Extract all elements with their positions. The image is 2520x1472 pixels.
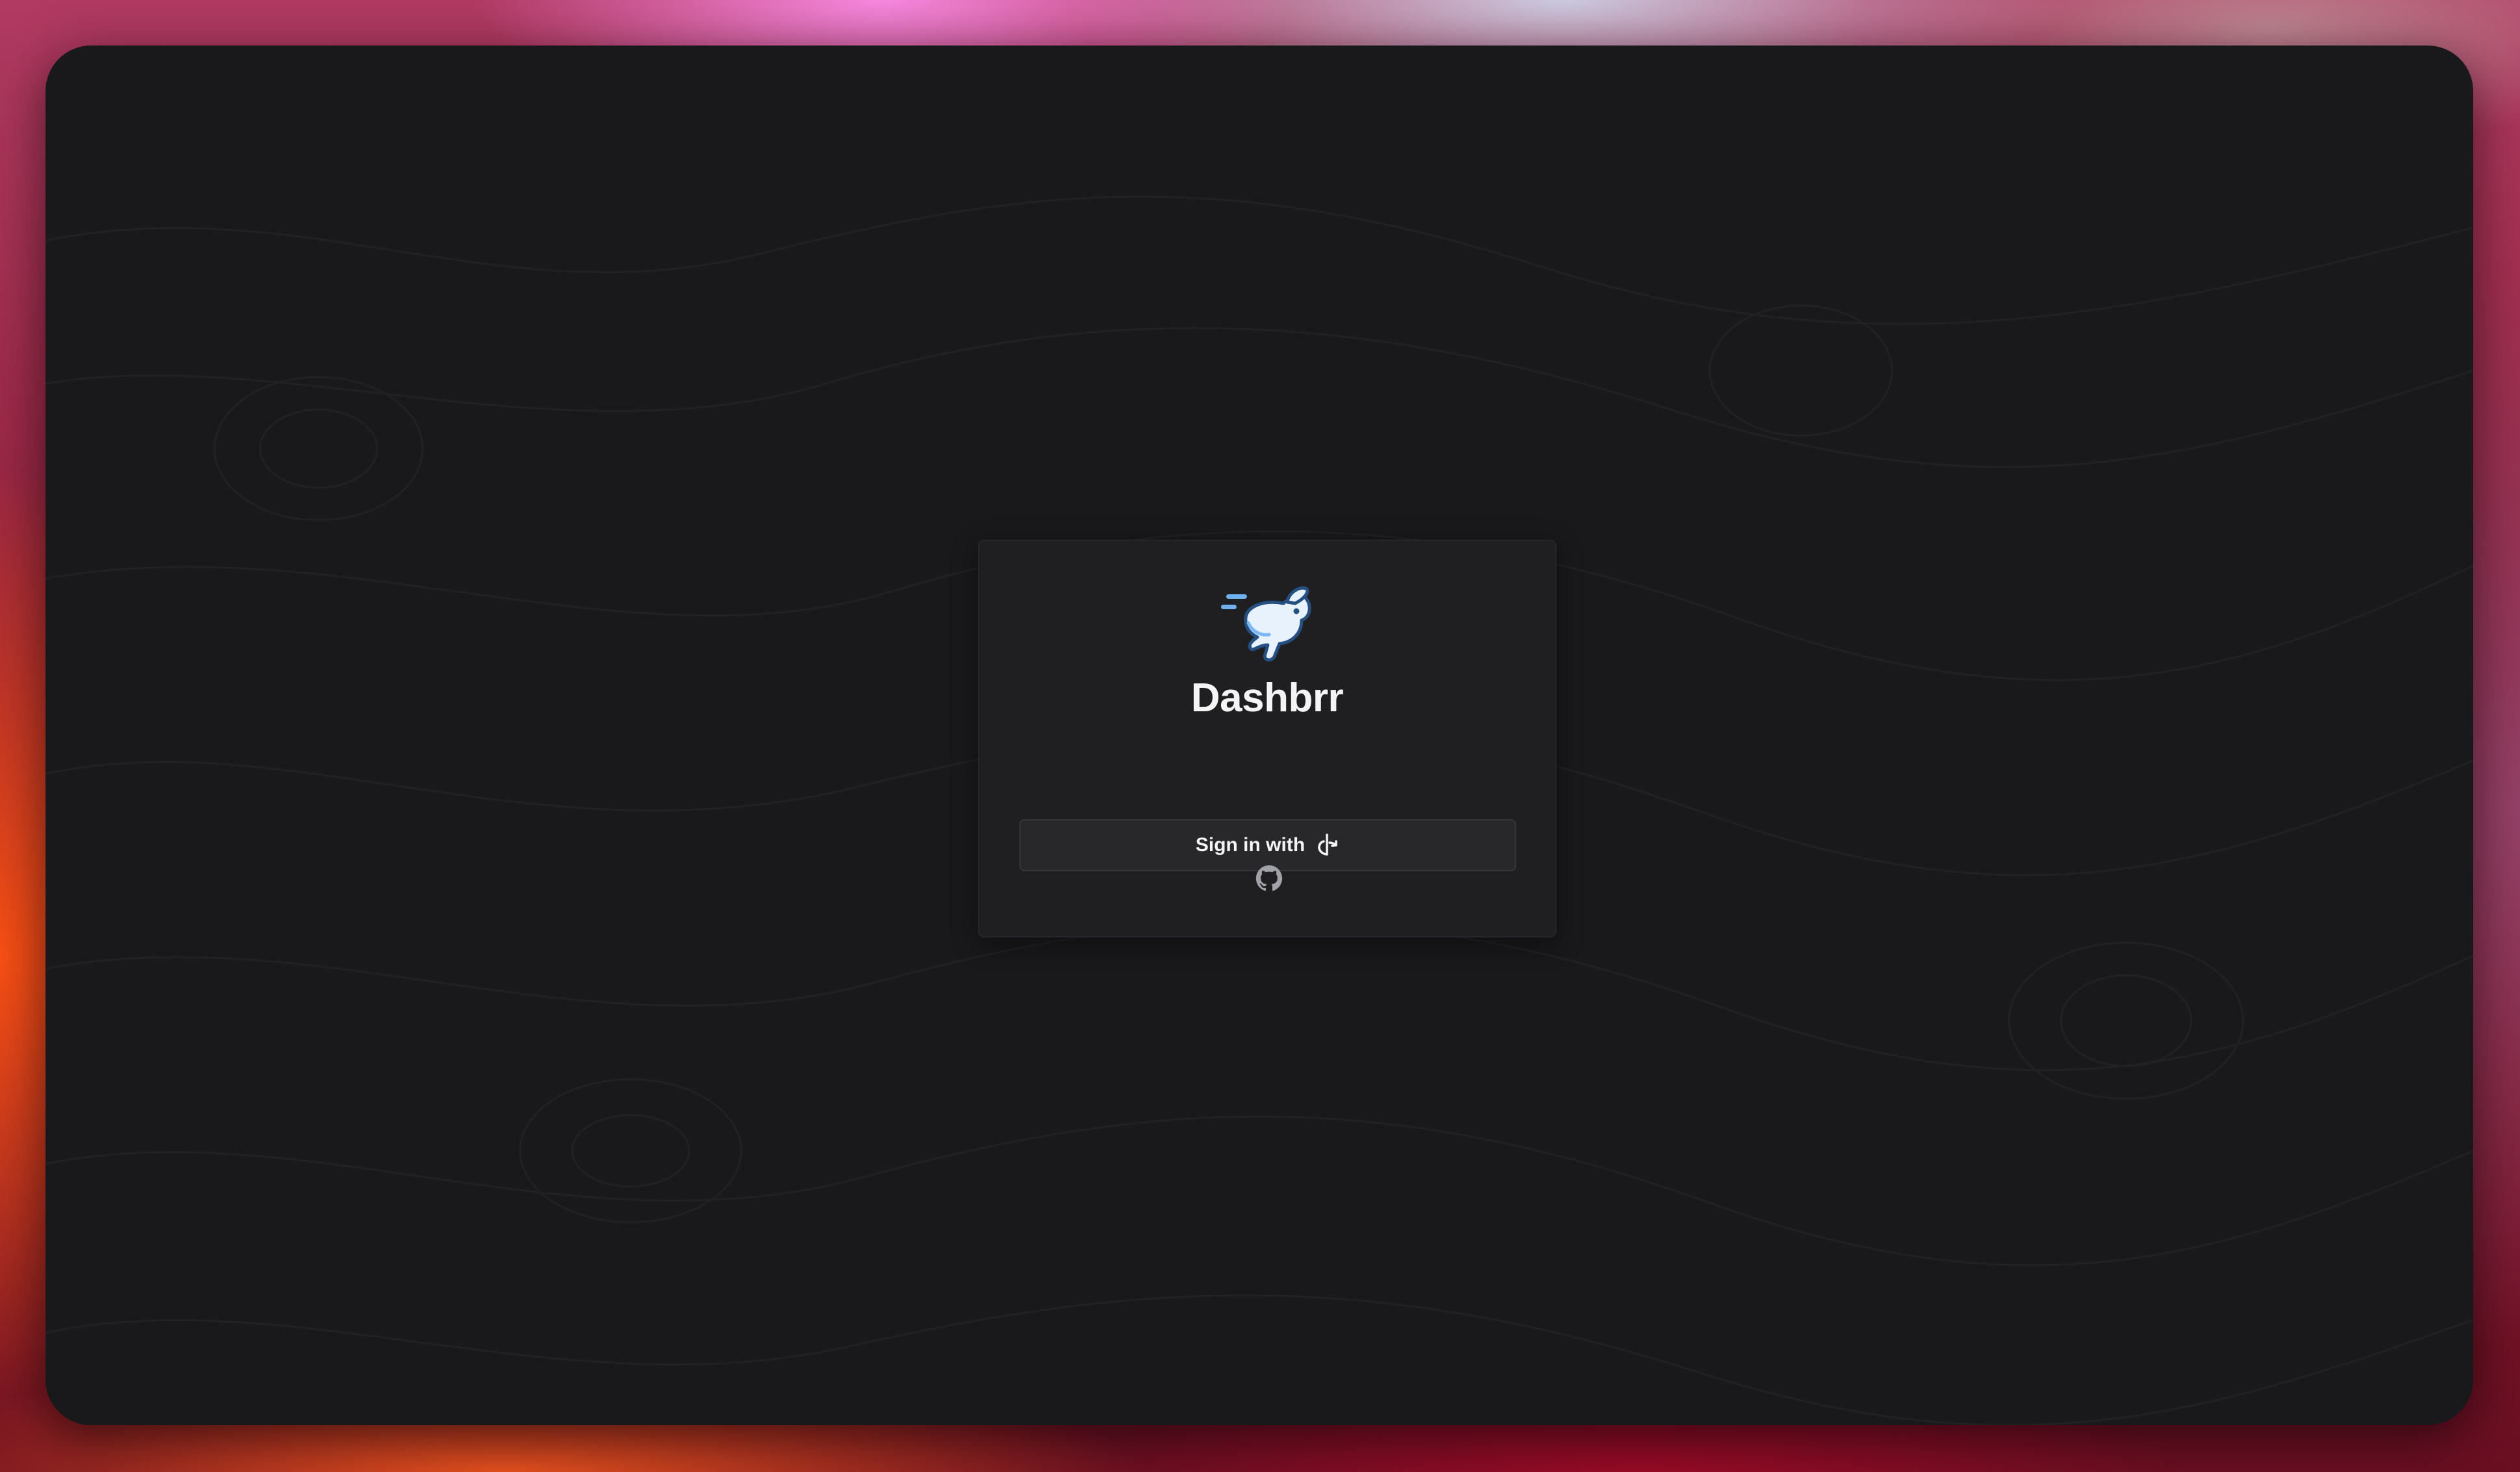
sign-in-label: Sign in with	[1195, 834, 1306, 856]
rabbit-logo-icon	[1221, 586, 1311, 662]
app-window: Dashbrr Sign in with	[46, 46, 2473, 1425]
oidc-icon	[1318, 834, 1337, 856]
sign-in-button[interactable]: Sign in with	[1019, 819, 1516, 871]
app-title: Dashbrr	[1190, 676, 1344, 720]
github-icon[interactable]	[1255, 865, 1283, 892]
login-card: Dashbrr Sign in with	[978, 540, 1556, 938]
